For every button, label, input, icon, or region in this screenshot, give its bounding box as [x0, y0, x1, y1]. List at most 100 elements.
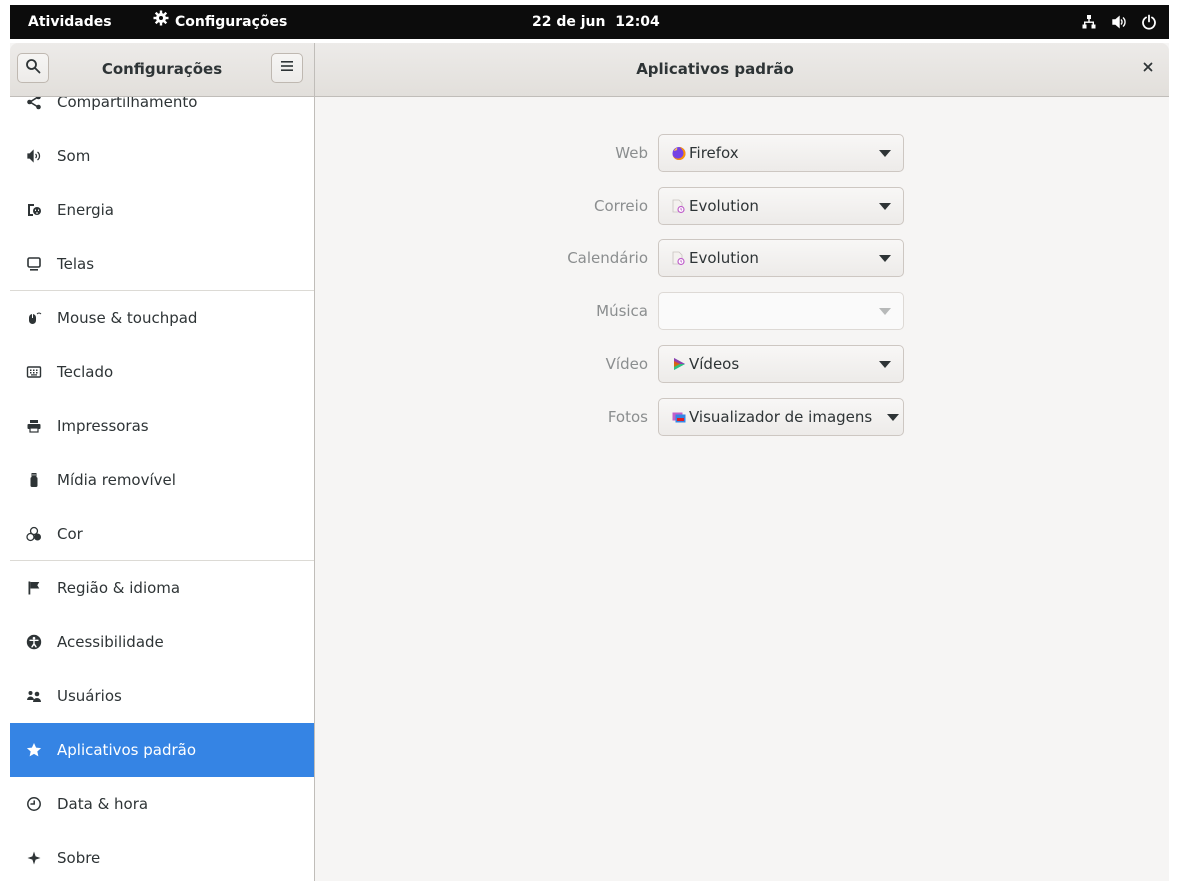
printer-icon [26, 418, 42, 434]
power-plug-icon [26, 202, 42, 218]
sidebar-item-about[interactable]: Sobre [10, 831, 314, 881]
sidebar-item-default-apps[interactable]: Aplicativos padrão [10, 723, 314, 777]
speaker-icon [26, 148, 42, 164]
sidebar-item-label: Mouse & touchpad [57, 309, 198, 327]
sidebar-item-label: Energia [57, 201, 114, 219]
sidebar-item-accessibility[interactable]: Acessibilidade [10, 615, 314, 669]
sidebar-item-printers[interactable]: Impressoras [10, 399, 314, 453]
top-bar-panel: Atividades Configurações 22 de jun 12:04 [10, 5, 1169, 39]
system-status-area[interactable] [1081, 5, 1157, 39]
sidebar-item-power[interactable]: Energia [10, 183, 314, 237]
sidebar-item-label: Cor [57, 524, 83, 543]
activities-button[interactable]: Atividades [28, 5, 112, 39]
share-icon [26, 97, 42, 110]
calendar-label: Calendário [567, 249, 648, 267]
header-bar: Configurações Aplicativos padrão [10, 43, 1169, 97]
power-icon [1141, 14, 1157, 30]
usb-icon [26, 472, 42, 488]
sidebar-item-users[interactable]: Usuários [10, 669, 314, 723]
app-menu-label: Configurações [175, 14, 288, 30]
evolution-icon [670, 197, 688, 215]
default-app-row-music: Música [315, 292, 1169, 330]
sidebar-item-displays[interactable]: Telas [10, 237, 314, 291]
video-app-dropdown[interactable]: Vídeos [658, 345, 904, 383]
flag-icon [26, 580, 42, 596]
chevron-down-icon [879, 150, 891, 157]
hamburger-menu-icon [279, 58, 295, 78]
volume-icon [1111, 14, 1127, 30]
sidebar-item-label: Compartilhamento [57, 97, 198, 111]
sidebar-item-sound[interactable]: Som [10, 129, 314, 183]
clock[interactable]: 22 de jun 12:04 [532, 5, 660, 39]
default-app-row-video: Vídeo Vídeos [315, 345, 1169, 383]
sidebar: Compartilhamento Som Energia Telas Mouse… [10, 97, 315, 881]
sidebar-item-label: Telas [57, 254, 95, 273]
sidebar-item-keyboard[interactable]: Teclado [10, 345, 314, 399]
mail-app-dropdown[interactable]: Evolution [658, 187, 904, 225]
gear-icon [153, 5, 169, 39]
search-icon [25, 58, 41, 78]
image-viewer-icon [670, 408, 688, 426]
sidebar-item-label: Teclado [57, 363, 114, 381]
music-app-dropdown[interactable] [658, 292, 904, 330]
users-icon [26, 688, 42, 704]
sidebar-item-label: Região & idioma [57, 579, 181, 597]
sidebar-item-label: Usuários [57, 687, 122, 705]
sidebar-item-label: Som [57, 147, 91, 165]
calendar-app-dropdown[interactable]: Evolution [658, 239, 904, 277]
videos-icon [670, 355, 688, 373]
sidebar-title: Configurações [101, 60, 223, 78]
search-button[interactable] [17, 53, 49, 83]
sidebar-item-sharing[interactable]: Compartilhamento [10, 97, 314, 129]
clock-label: 22 de jun 12:04 [532, 14, 660, 30]
default-app-row-mail: Correio Evolution [315, 187, 1169, 225]
page-title: Aplicativos padrão [636, 60, 794, 78]
default-app-row-calendar: Calendário Evolution [315, 239, 1169, 277]
main-menu-button[interactable] [271, 53, 303, 83]
chevron-down-icon [887, 414, 899, 421]
settings-window: Configurações Aplicativos padrão Compart… [10, 43, 1169, 881]
default-app-row-photos: Fotos Visualizador de imagens [315, 398, 1169, 436]
keyboard-icon [26, 364, 42, 380]
mail-label: Correio [594, 197, 648, 215]
app-menu-button[interactable]: Configurações [153, 5, 287, 39]
star-icon [26, 742, 42, 758]
sidebar-item-label: Acessibilidade [57, 633, 164, 651]
sidebar-list: Compartilhamento Som Energia Telas Mouse… [10, 97, 314, 881]
chevron-down-icon [879, 203, 891, 210]
mouse-icon [26, 310, 42, 326]
sidebar-item-mouse[interactable]: Mouse & touchpad [10, 291, 314, 345]
display-icon [26, 256, 42, 272]
mail-app-value: Evolution [689, 197, 759, 215]
web-app-dropdown[interactable]: Firefox [658, 134, 904, 172]
accessibility-icon [26, 634, 42, 650]
chevron-down-icon [879, 308, 891, 315]
close-icon [1142, 61, 1154, 77]
sidebar-item-removable-media[interactable]: Mídia removível [10, 453, 314, 507]
sidebar-item-date-time[interactable]: Data & hora [10, 777, 314, 831]
web-label: Web [615, 144, 648, 162]
sparkle-icon [26, 850, 42, 866]
activities-label: Atividades [28, 14, 112, 30]
photos-app-value: Visualizador de imagens [689, 408, 873, 426]
sidebar-item-label: Data & hora [57, 795, 149, 813]
calendar-app-value: Evolution [689, 249, 759, 267]
video-app-value: Vídeos [689, 355, 740, 373]
close-button[interactable] [1135, 56, 1161, 82]
clock-icon [26, 796, 42, 812]
color-icon [26, 526, 42, 542]
chevron-down-icon [879, 255, 891, 262]
sidebar-item-label: Mídia removível [57, 471, 176, 489]
evolution-icon [670, 249, 688, 267]
chevron-down-icon [879, 361, 891, 368]
sidebar-item-label: Sobre [57, 849, 101, 867]
photos-label: Fotos [607, 408, 648, 426]
music-label: Música [596, 302, 648, 320]
top-bar: Atividades Configurações 22 de jun 12:04 [0, 0, 1177, 43]
sidebar-header: Configurações [10, 43, 315, 96]
firefox-icon [670, 144, 688, 162]
sidebar-item-region-language[interactable]: Região & idioma [10, 561, 314, 615]
sidebar-item-color[interactable]: Cor [10, 507, 314, 561]
photos-app-dropdown[interactable]: Visualizador de imagens [658, 398, 904, 436]
web-app-value: Firefox [689, 144, 739, 162]
